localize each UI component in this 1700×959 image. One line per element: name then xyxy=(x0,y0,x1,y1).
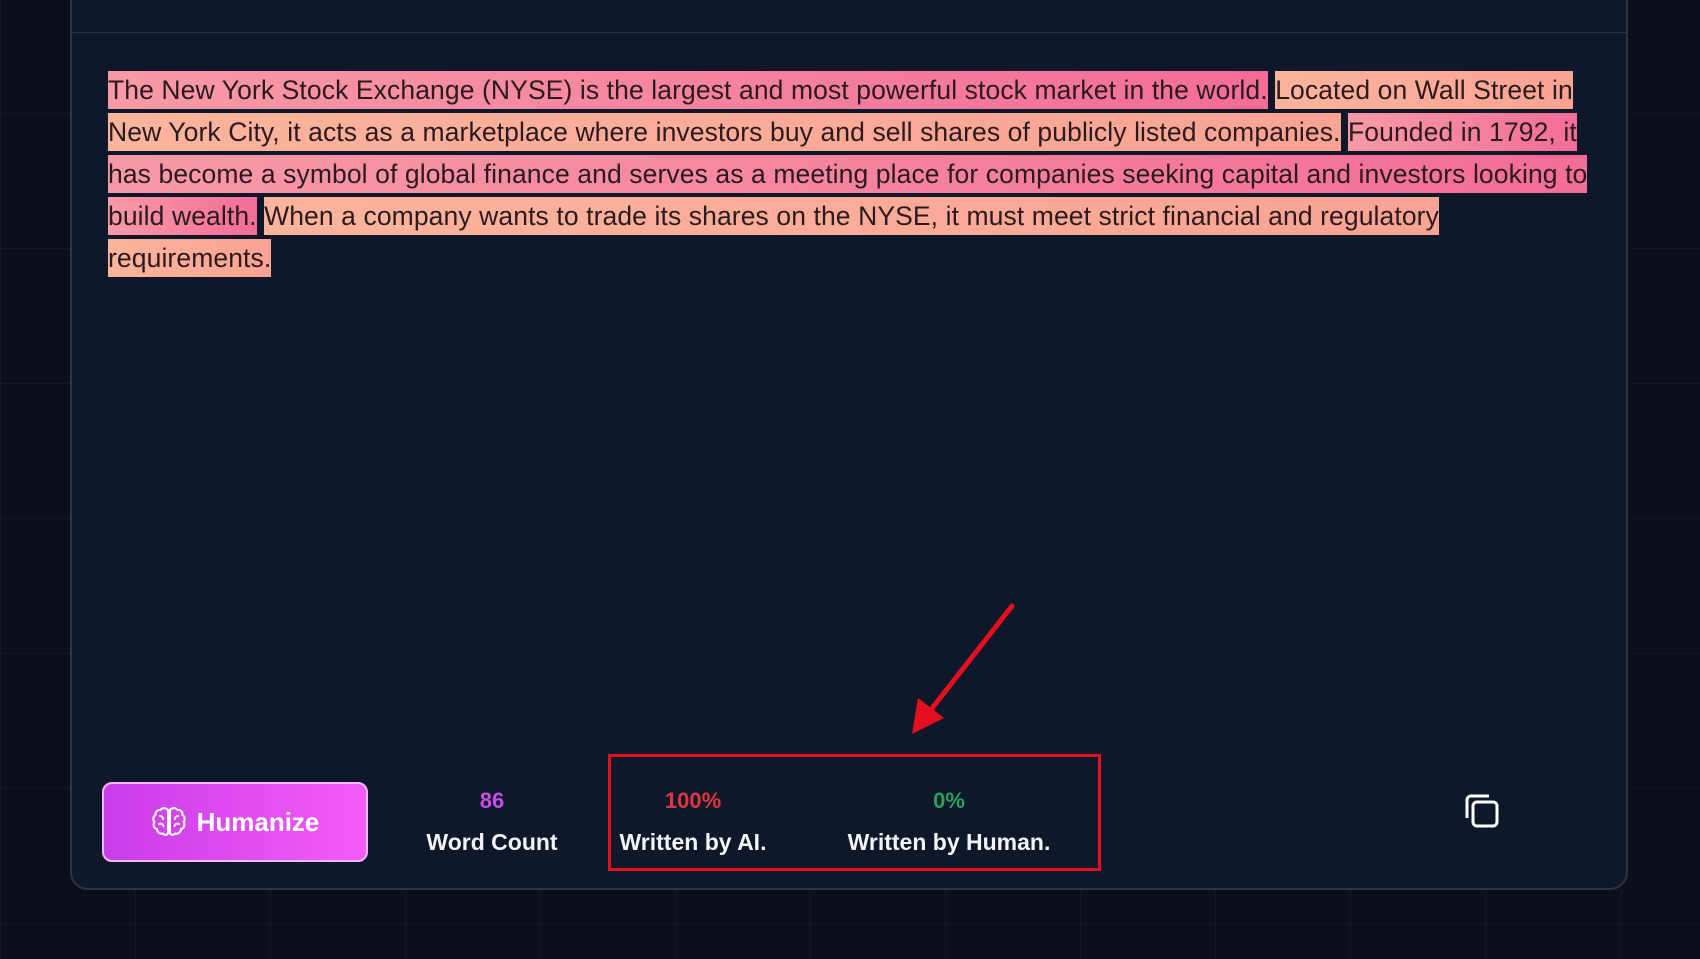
panel-divider xyxy=(72,32,1626,33)
annotation-arrow-icon xyxy=(912,603,1015,734)
annotation-highlight-box xyxy=(608,754,1101,871)
humanize-label: Humanize xyxy=(196,806,320,837)
humanize-button[interactable]: Humanize xyxy=(102,782,368,862)
word-count-label: Word Count xyxy=(426,829,558,855)
analyzed-text[interactable]: The New York Stock Exchange (NYSE) is th… xyxy=(108,69,1598,279)
copy-icon xyxy=(1465,794,1499,828)
word-count-stat: 86 Word Count xyxy=(406,782,578,864)
highlight-segment-4: When a company wants to trade its shares… xyxy=(108,197,1439,277)
word-count-value: 86 xyxy=(479,788,505,813)
highlight-segment-1: The New York Stock Exchange (NYSE) is th… xyxy=(108,71,1268,109)
brain-icon xyxy=(151,807,186,836)
copy-button[interactable] xyxy=(1457,786,1507,836)
